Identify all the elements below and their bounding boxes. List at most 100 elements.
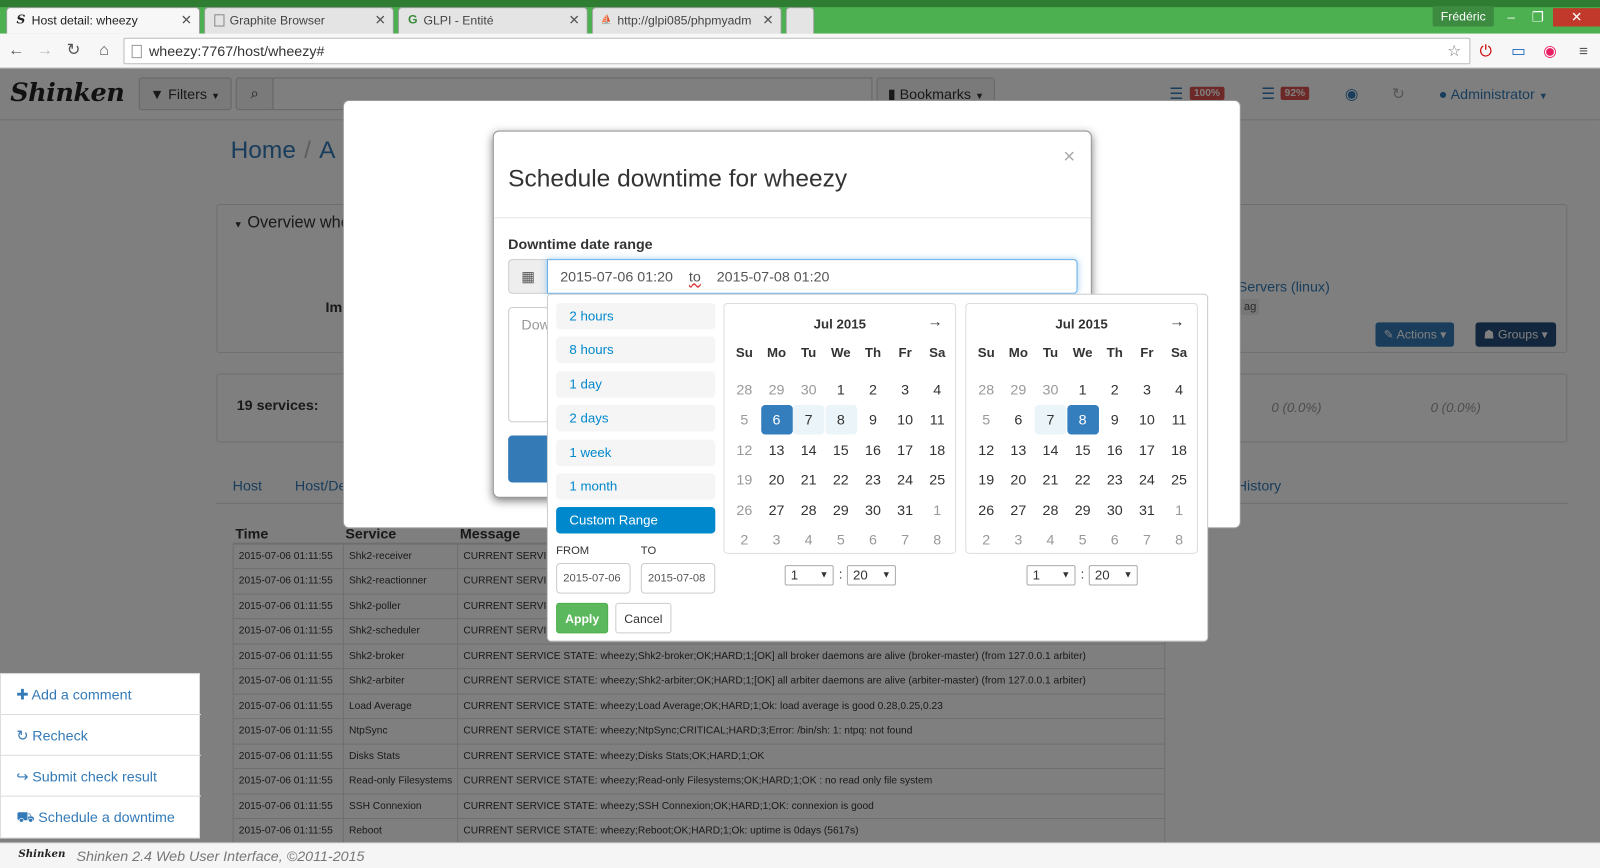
range-preset-1-month[interactable]: 1 month (556, 473, 716, 500)
calendar-day[interactable]: 17 (889, 435, 921, 465)
close-tab-icon[interactable]: ✕ (181, 12, 192, 28)
browser-tab-graphite[interactable]: Graphite Browser ✕ (204, 7, 394, 34)
calendar-day[interactable]: 4 (1163, 375, 1195, 405)
reload-icon[interactable]: ↻ (63, 42, 83, 62)
left-minute-select[interactable]: 20 ▼ (846, 565, 896, 586)
browser-profile-name[interactable]: Frédéric (1432, 6, 1494, 27)
close-tab-icon[interactable]: ✕ (762, 12, 773, 28)
bookmark-star-icon[interactable]: ☆ (1444, 42, 1464, 62)
calendar-day[interactable]: 30 (857, 495, 889, 525)
right-minute-select[interactable]: 20 ▼ (1088, 565, 1138, 586)
calendar-day[interactable]: 9 (857, 405, 889, 435)
restore-icon[interactable]: ❐ (1524, 8, 1551, 26)
calendar-day[interactable]: 19 (970, 465, 1002, 495)
calendar-day[interactable]: 7 (792, 405, 825, 435)
calendar-icon[interactable]: ▦ (508, 259, 548, 294)
recheck-action[interactable]: ↻ Recheck (1, 715, 202, 756)
calendar-day[interactable]: 22 (825, 465, 857, 495)
forward-icon[interactable]: → (35, 42, 55, 62)
calendar-day[interactable]: 24 (1131, 465, 1163, 495)
comment-textarea[interactable]: Dow (508, 307, 549, 423)
calendar-day[interactable]: 21 (793, 465, 825, 495)
range-preset-1-day[interactable]: 1 day (556, 371, 716, 398)
back-icon[interactable]: ← (6, 42, 26, 62)
range-preset-2-days[interactable]: 2 days (556, 405, 716, 432)
calendar-day[interactable]: 16 (1099, 435, 1131, 465)
calendar-day[interactable]: 29 (1067, 495, 1099, 525)
left-hour-select[interactable]: 1 ▼ (784, 565, 834, 586)
range-preset-8-hours[interactable]: 8 hours (556, 336, 716, 364)
browser-tab-glpi[interactable]: G GLPI - Entité ✕ (397, 7, 588, 34)
calendar-day[interactable]: 28 (793, 495, 825, 525)
calendar-day[interactable]: 11 (1163, 405, 1195, 435)
menu-icon[interactable]: ≡ (1573, 42, 1593, 62)
calendar-day[interactable]: 15 (1067, 435, 1099, 465)
add-comment-action[interactable]: ✚ Add a comment (1, 674, 202, 716)
calendar-day[interactable]: 27 (1003, 495, 1035, 525)
calendar-day[interactable]: 14 (1035, 435, 1067, 465)
calendar-day[interactable]: 5 (970, 405, 1002, 435)
calendar-day[interactable]: 12 (729, 435, 761, 465)
close-tab-icon[interactable]: ✕ (568, 12, 579, 28)
calendar-day[interactable]: 2 (857, 375, 889, 405)
calendar-day[interactable]: 24 (889, 465, 921, 495)
home-icon[interactable]: ⌂ (94, 42, 114, 62)
calendar-day[interactable]: 5 (729, 405, 761, 435)
apply-button[interactable]: Apply (556, 602, 609, 634)
range-preset-1-week[interactable]: 1 week (556, 439, 716, 466)
calendar-day[interactable]: 18 (1163, 435, 1195, 465)
calendar-day[interactable]: 31 (889, 495, 921, 525)
close-window-icon[interactable]: ✕ (1553, 8, 1600, 27)
calendar-day[interactable]: 12 (970, 435, 1002, 465)
calendar-day[interactable]: 21 (1035, 465, 1067, 495)
browser-tab-host-detail[interactable]: S Host detail: wheezy ✕ (6, 7, 200, 34)
next-month-icon[interactable]: → (1169, 313, 1184, 330)
to-input[interactable]: 2015-07-08 (640, 563, 716, 594)
close-tab-icon[interactable]: ✕ (375, 12, 386, 28)
range-preset-custom-range[interactable]: Custom Range (556, 507, 716, 534)
calendar-day[interactable]: 22 (1067, 465, 1099, 495)
calendar-day[interactable]: 13 (761, 435, 793, 465)
calendar-day[interactable]: 26 (970, 495, 1002, 525)
calendar-day[interactable]: 26 (729, 495, 761, 525)
calendar-day[interactable]: 1 (1067, 375, 1099, 405)
calendar-day[interactable]: 31 (1131, 495, 1163, 525)
cast-extension-icon[interactable]: ▭ (1508, 42, 1528, 62)
calendar-day[interactable]: 1 (825, 375, 857, 405)
cancel-button[interactable]: Cancel (615, 602, 672, 634)
calendar-day[interactable]: 15 (825, 435, 857, 465)
colorpicker-extension-icon[interactable]: ◉ (1540, 42, 1560, 62)
browser-tab-phpmyadmin[interactable]: ⛵ http://glpi085/phpmyadm ✕ (591, 7, 782, 34)
calendar-day[interactable]: 9 (1099, 405, 1131, 435)
calendar-day[interactable]: 13 (1003, 435, 1035, 465)
calendar-day[interactable]: 4 (921, 375, 953, 405)
calendar-day[interactable]: 18 (921, 435, 953, 465)
calendar-day[interactable]: 10 (889, 405, 921, 435)
close-icon[interactable]: × (1063, 146, 1075, 169)
calendar-day[interactable]: 16 (857, 435, 889, 465)
adblock-extension-icon[interactable]: ⏻ (1475, 42, 1495, 62)
calendar-day[interactable]: 23 (1099, 465, 1131, 495)
calendar-day[interactable]: 23 (857, 465, 889, 495)
submit-button[interactable] (508, 435, 549, 483)
schedule-downtime-action[interactable]: ⛟ Schedule a downtime (1, 797, 201, 838)
calendar-day[interactable]: 8 (824, 405, 857, 435)
calendar-day[interactable]: 20 (1003, 465, 1035, 495)
calendar-day[interactable]: 7 (1034, 405, 1067, 435)
calendar-day[interactable]: 3 (1131, 375, 1163, 405)
calendar-day[interactable]: 25 (1163, 465, 1195, 495)
calendar-day[interactable]: 28 (1035, 495, 1067, 525)
minimize-icon[interactable]: – (1498, 8, 1525, 26)
calendar-day[interactable]: 3 (889, 375, 921, 405)
calendar-day[interactable]: 8 (1066, 405, 1099, 435)
calendar-day[interactable]: 25 (921, 465, 953, 495)
calendar-day[interactable]: 17 (1131, 435, 1163, 465)
calendar-day[interactable]: 6 (760, 405, 793, 435)
next-month-icon[interactable]: → (928, 313, 943, 330)
calendar-day[interactable]: 10 (1131, 405, 1163, 435)
date-range-input[interactable]: 2015-07-06 01:20 to 2015-07-08 01:20 (546, 259, 1078, 294)
calendar-day[interactable]: 29 (825, 495, 857, 525)
calendar-day[interactable]: 6 (1003, 405, 1035, 435)
calendar-day[interactable]: 20 (761, 465, 793, 495)
calendar-day[interactable]: 19 (729, 465, 761, 495)
